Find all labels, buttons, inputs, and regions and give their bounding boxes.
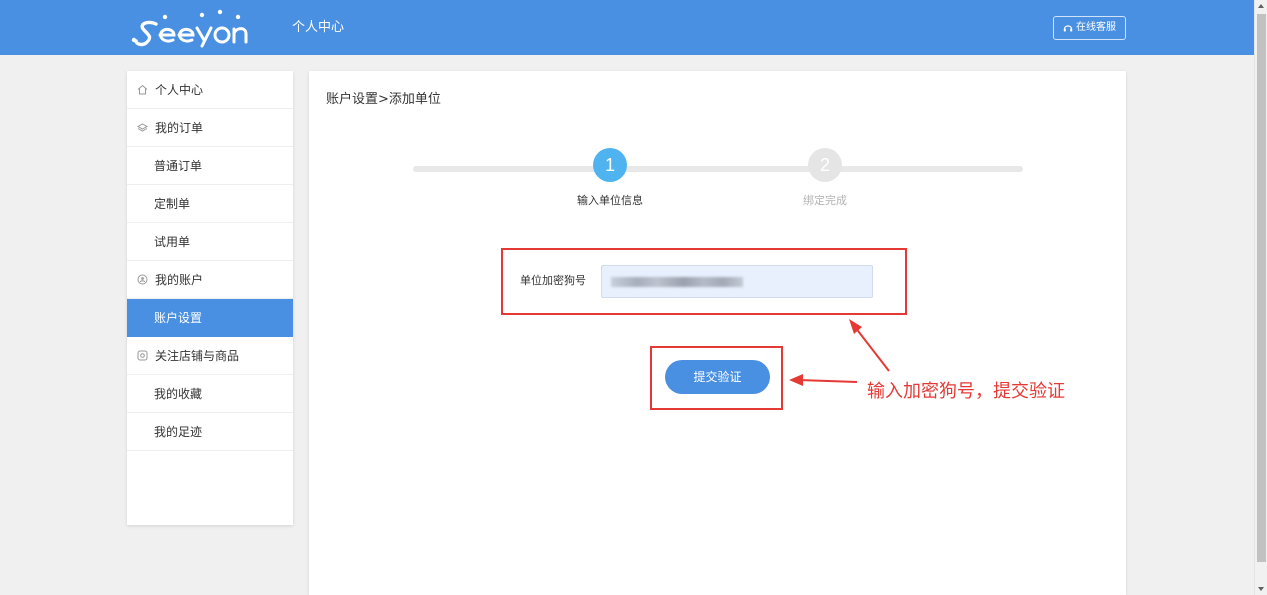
sidebar-item-normal-orders[interactable]: 普通订单 bbox=[127, 147, 293, 185]
header-title: 个人中心 bbox=[292, 20, 345, 35]
sidebar-item-label: 试用单 bbox=[154, 234, 191, 249]
top-header: 个人中心 在线客服 bbox=[0, 0, 1254, 55]
sidebar-item-custom-orders[interactable]: 定制单 bbox=[127, 185, 293, 223]
vertical-scrollbar[interactable] bbox=[1254, 0, 1267, 595]
seeyon-logo[interactable] bbox=[130, 8, 252, 50]
sidebar-item-account-settings[interactable]: 账户设置 bbox=[127, 299, 293, 337]
scroll-up-icon[interactable] bbox=[1258, 4, 1264, 8]
account-icon bbox=[136, 274, 148, 286]
sidebar-item-label: 普通订单 bbox=[154, 158, 203, 173]
sidebar-item-followed-stores[interactable]: 关注店铺与商品 bbox=[127, 337, 293, 375]
headset-icon bbox=[1063, 23, 1073, 33]
main-panel: 账户设置>添加单位 1 2 输入单位信息 绑定完成 单位加密狗号 提交验证 输入… bbox=[309, 71, 1126, 595]
step-2-circle: 2 bbox=[808, 148, 842, 182]
sidebar-item-label: 账户设置 bbox=[154, 310, 203, 325]
step-2-label: 绑定完成 bbox=[803, 194, 847, 207]
sidebar: 个人中心 我的订单 普通订单 定制单 试用单 我的账户 账户设置 关注店铺与商品… bbox=[127, 71, 293, 525]
sidebar-item-personal-center[interactable]: 个人中心 bbox=[127, 71, 293, 109]
store-icon bbox=[136, 350, 148, 362]
sidebar-item-my-footprints[interactable]: 我的足迹 bbox=[127, 413, 293, 451]
steps-progress-track bbox=[413, 166, 1023, 172]
sidebar-item-my-favorites[interactable]: 我的收藏 bbox=[127, 375, 293, 413]
breadcrumb: 账户设置>添加单位 bbox=[326, 92, 441, 107]
step-1-circle: 1 bbox=[593, 148, 627, 182]
page: 个人中心 在线客服 个人中心 我的订单 普通订单 定制单 试用单 我的账户 账户… bbox=[0, 0, 1267, 595]
sidebar-item-label: 我的账户 bbox=[155, 272, 204, 287]
sidebar-item-label: 个人中心 bbox=[155, 82, 204, 97]
sidebar-item-my-account[interactable]: 我的账户 bbox=[127, 261, 293, 299]
sidebar-item-trial-orders[interactable]: 试用单 bbox=[127, 223, 293, 261]
annotation-text: 输入加密狗号，提交验证 bbox=[867, 381, 1065, 402]
scroll-thumb[interactable] bbox=[1257, 14, 1266, 562]
submit-verify-button[interactable]: 提交验证 bbox=[665, 360, 770, 394]
sidebar-item-label: 我的收藏 bbox=[154, 386, 203, 401]
sidebar-menu: 个人中心 我的订单 普通订单 定制单 试用单 我的账户 账户设置 关注店铺与商品… bbox=[127, 71, 293, 451]
redacted-value bbox=[611, 277, 743, 287]
sidebar-item-label: 我的订单 bbox=[155, 120, 204, 135]
online-service-button[interactable]: 在线客服 bbox=[1053, 16, 1126, 40]
sidebar-item-label: 我的足迹 bbox=[154, 424, 203, 439]
layers-icon bbox=[136, 122, 148, 134]
online-service-label: 在线客服 bbox=[1076, 22, 1116, 33]
step-1-label: 输入单位信息 bbox=[577, 194, 643, 207]
sidebar-item-label: 关注店铺与商品 bbox=[155, 348, 240, 363]
annotation-arrows bbox=[789, 319, 890, 386]
sidebar-item-my-orders[interactable]: 我的订单 bbox=[127, 109, 293, 147]
dongle-number-label: 单位加密狗号 bbox=[520, 274, 586, 287]
home-icon bbox=[136, 84, 148, 96]
scroll-down-icon[interactable] bbox=[1258, 587, 1264, 591]
sidebar-item-label: 定制单 bbox=[154, 196, 191, 211]
